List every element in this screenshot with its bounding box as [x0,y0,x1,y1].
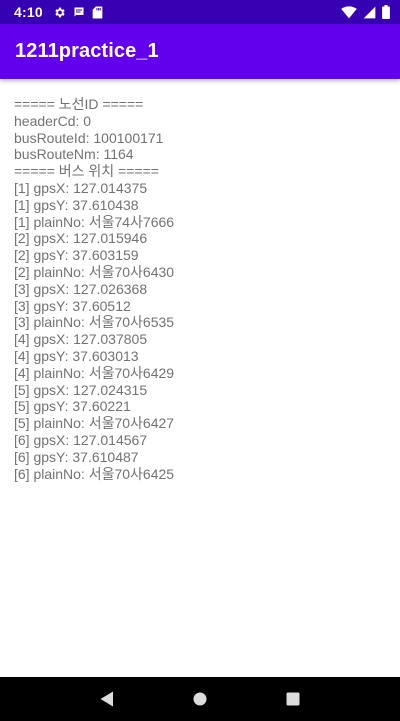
status-bar: 4:10 [0,0,400,24]
log-line: [1] gpsX: 127.014375 [14,179,148,196]
status-right-icons [341,5,390,19]
log-line: [6] gpsX: 127.014567 [14,431,148,448]
log-line: [4] gpsX: 127.037805 [14,331,148,348]
log-line: [3] plainNo: 서울70사6535 [14,314,175,331]
home-button[interactable] [180,677,220,721]
log-line: [2] gpsY: 37.603159 [14,247,139,264]
back-triangle-icon [100,691,113,707]
log-line: headerCd: 0 [14,112,92,129]
log-line: ===== 노선ID ===== [14,96,144,112]
log-line: [5] gpsX: 127.024315 [14,381,148,398]
recents-button[interactable] [273,677,313,721]
log-line: [6] plainNo: 서울70사6425 [14,465,175,482]
log-line: [1] gpsY: 37.610438 [14,196,139,213]
back-button[interactable] [87,677,127,721]
log-line: busRouteId: 100100171 [14,129,164,146]
recents-square-icon [286,692,300,706]
app-bar: 1211practice_1 [0,24,400,79]
log-line: [6] gpsY: 37.610487 [14,448,139,465]
status-time: 4:10 [14,4,43,20]
log-line: [4] gpsY: 37.603013 [14,347,139,364]
log-line: [4] plainNo: 서울70사6429 [14,364,175,381]
wifi-icon [341,5,357,19]
home-circle-icon [193,692,207,706]
log-line: [2] gpsX: 127.015946 [14,230,148,247]
log-line: [5] gpsY: 37.60221 [14,398,131,415]
sd-card-icon [92,6,103,19]
message-icon [73,6,85,18]
screen: 4:10 1211practice_1 ===== 노선ID ===== hea… [0,0,400,721]
signal-icon [363,6,376,19]
gear-icon [53,6,66,19]
log-line: [2] plainNo: 서울70사6430 [14,263,175,280]
bus-info-text: ===== 노선ID ===== headerCd: 0 busRouteId: 1… [14,96,386,482]
battery-icon [382,5,390,19]
log-line: busRouteNm: 1164 [14,146,134,163]
app-title: 1211practice_1 [15,40,159,62]
navigation-bar [0,677,400,721]
log-line: ===== 버스 위치 ===== [14,163,159,180]
log-line: [3] gpsX: 127.026368 [14,280,148,297]
status-left-icons [53,6,103,19]
log-line: [1] plainNo: 서울74사7666 [14,213,175,230]
log-line: [3] gpsY: 37.60512 [14,297,131,314]
log-line: [5] plainNo: 서울70사6427 [14,415,175,432]
